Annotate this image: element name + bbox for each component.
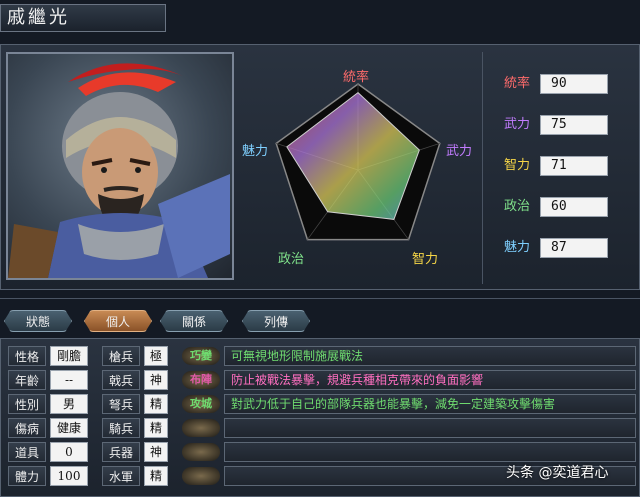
stat-label-charm: 魅力 bbox=[503, 240, 530, 255]
personal-value-injury: 健康 bbox=[50, 418, 88, 438]
tab-personal[interactable]: 個人 bbox=[84, 310, 152, 332]
character-name: 戚繼光 bbox=[0, 4, 166, 32]
aptitude-value-siege: 神 bbox=[144, 442, 168, 462]
skill-badge-3[interactable]: 攻城 bbox=[182, 395, 220, 413]
skill-desc-1: 可無視地形限制施展戰法 bbox=[224, 346, 636, 366]
stat-value-intelligence: 71 bbox=[540, 156, 608, 176]
personal-label-injury: 傷病 bbox=[8, 418, 46, 438]
radar-label-war: 武力 bbox=[446, 144, 473, 159]
radar-label-politics: 政治 bbox=[278, 252, 305, 267]
ability-radar-chart: 統率 武力 智力 政治 魅力 bbox=[240, 52, 476, 284]
skill-badge-5[interactable] bbox=[182, 443, 220, 461]
skill-desc-4 bbox=[224, 418, 636, 438]
radar-label-command: 統率 bbox=[343, 70, 370, 85]
radar-label-charm: 魅力 bbox=[242, 144, 269, 159]
personal-label-gender: 性別 bbox=[8, 394, 46, 414]
aptitude-value-halberd: 神 bbox=[144, 370, 168, 390]
tab-status[interactable]: 狀態 bbox=[4, 310, 72, 332]
aptitude-label-halberd: 戟兵 bbox=[102, 370, 140, 390]
skill-desc-2: 防止被戰法暴擊，規避兵種相克帶來的負面影響 bbox=[224, 370, 636, 390]
watermark: 头条 @奕道君心 bbox=[506, 465, 609, 481]
skill-badge-2[interactable]: 布陣 bbox=[182, 371, 220, 389]
character-portrait bbox=[6, 52, 234, 280]
radar-svg bbox=[275, 83, 441, 241]
stat-label-politics: 政治 bbox=[503, 199, 530, 214]
aptitude-label-siege: 兵器 bbox=[102, 442, 140, 462]
stat-label-command: 統率 bbox=[503, 76, 530, 91]
stat-label-war: 武力 bbox=[503, 117, 530, 132]
stat-value-charm: 87 bbox=[540, 238, 608, 258]
personal-value-items: 0 bbox=[50, 442, 88, 462]
personal-label-age: 年齡 bbox=[8, 370, 46, 390]
skill-badge-6[interactable] bbox=[182, 467, 220, 485]
skill-desc-3: 對武力低于自己的部隊兵器也能暴擊，減免一定建築攻擊傷害 bbox=[224, 394, 636, 414]
stat-value-politics: 60 bbox=[540, 197, 608, 217]
aptitude-label-cavalry: 騎兵 bbox=[102, 418, 140, 438]
personal-value-gender: 男 bbox=[50, 394, 88, 414]
personal-value-age: -- bbox=[50, 370, 88, 390]
personal-label-personality: 性格 bbox=[8, 346, 46, 366]
radar-label-intelligence: 智力 bbox=[412, 252, 439, 267]
aptitude-value-cavalry: 精 bbox=[144, 418, 168, 438]
personal-label-stamina: 體力 bbox=[8, 466, 46, 486]
aptitude-value-crossbow: 精 bbox=[144, 394, 168, 414]
aptitude-label-crossbow: 弩兵 bbox=[102, 394, 140, 414]
stat-value-war: 75 bbox=[540, 115, 608, 135]
skill-desc-5 bbox=[224, 442, 636, 462]
tab-relations[interactable]: 關係 bbox=[160, 310, 228, 332]
personal-label-items: 道具 bbox=[8, 442, 46, 462]
skill-badge-4[interactable] bbox=[182, 419, 220, 437]
stat-value-command: 90 bbox=[540, 74, 608, 94]
skill-badge-1[interactable]: 巧變 bbox=[182, 347, 220, 365]
stat-label-intelligence: 智力 bbox=[503, 158, 530, 173]
aptitude-value-spear: 極 bbox=[144, 346, 168, 366]
personal-value-personality: 剛膽 bbox=[50, 346, 88, 366]
aptitude-label-navy: 水軍 bbox=[102, 466, 140, 486]
portrait-illustration bbox=[8, 63, 230, 278]
aptitude-value-navy: 精 bbox=[144, 466, 168, 486]
aptitude-label-spear: 槍兵 bbox=[102, 346, 140, 366]
section-divider bbox=[0, 298, 640, 299]
tab-biography[interactable]: 列傳 bbox=[242, 310, 310, 332]
personal-value-stamina: 100 bbox=[50, 466, 88, 486]
